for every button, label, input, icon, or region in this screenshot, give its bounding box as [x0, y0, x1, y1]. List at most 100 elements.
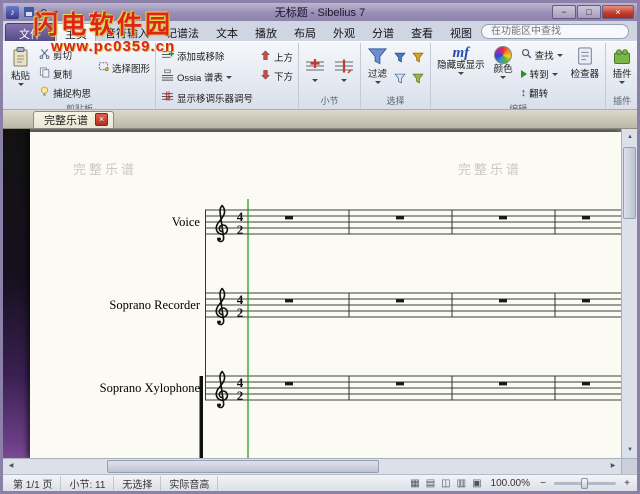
filter-icon: [367, 46, 388, 69]
horizontal-scrollbar-thumb[interactable]: [107, 460, 379, 473]
staff-soprano-xylophone[interactable]: 4 2 Soprano Xylophone: [100, 370, 621, 458]
close-button[interactable]: ×: [602, 5, 634, 19]
filter-gold-icon[interactable]: [412, 50, 427, 68]
key-signature-icon: [161, 90, 174, 106]
score-viewport: 完整乐谱 完整乐谱 4 2 Voice 4 2 Soprano Recorder…: [3, 129, 637, 458]
scroll-left-icon[interactable]: ◀: [3, 459, 19, 474]
ribbon-group-bars: 小节: [299, 43, 362, 109]
paste-dropdown-icon: [17, 82, 24, 86]
transposing-key-button[interactable]: 显示移调乐器调号: [159, 89, 255, 107]
zoom-out-button[interactable]: −: [537, 478, 549, 489]
score-canvas[interactable]: 完整乐谱 完整乐谱 4 2 Voice 4 2 Soprano Recorder…: [3, 129, 621, 458]
move-below-button[interactable]: 下方: [258, 68, 295, 84]
ribbon-group-clipboard: 粘贴 剪切 复制 捕捉构思 选择图形 剪贴板: [4, 43, 157, 110]
tab-layout[interactable]: 布局: [286, 23, 324, 41]
add-remove-label: 添加或移除: [177, 52, 225, 63]
whole-rest[interactable]: [582, 216, 590, 220]
scroll-up-icon[interactable]: ▲: [622, 129, 637, 145]
hide-show-button[interactable]: mf 隐藏或显示: [434, 44, 488, 76]
staff-soprano-recorder[interactable]: 4 2 Soprano Recorder: [109, 287, 621, 326]
view-mode-panorama-icon[interactable]: ▥: [455, 478, 468, 489]
scroll-down-icon[interactable]: ▼: [622, 442, 637, 458]
lightbulb-icon: [39, 86, 50, 100]
filter-dropdown-icon: [374, 80, 381, 84]
document-tab-full-score[interactable]: 完整乐谱 ×: [33, 111, 114, 128]
tab-play[interactable]: 播放: [247, 23, 285, 41]
ribbon-tab-strip: 文件 主页 音符输入 记谱法 文本 播放 布局 外观 分谱 查看 视图: [3, 21, 637, 41]
flip-icon: ↕: [520, 86, 527, 99]
color-button[interactable]: 颜色: [491, 44, 516, 80]
ribbon-group-plugins: 插件 插件: [606, 43, 637, 109]
filter-button[interactable]: 过滤: [364, 44, 391, 85]
tab-note-input[interactable]: 音符输入: [97, 23, 157, 41]
view-mode-pages-icon[interactable]: ▦: [408, 478, 421, 489]
split-bar-button[interactable]: [331, 54, 357, 84]
minimize-button[interactable]: −: [552, 5, 576, 19]
vertical-scrollbar-thumb[interactable]: [623, 147, 636, 219]
tab-close-button[interactable]: ×: [95, 113, 108, 126]
copy-button[interactable]: 复制: [37, 66, 93, 82]
scroll-right-icon[interactable]: ▶: [605, 459, 621, 474]
whole-rest[interactable]: [499, 216, 507, 220]
filter-blue-icon[interactable]: [394, 50, 409, 68]
whole-rest[interactable]: [396, 382, 404, 386]
tab-appearance[interactable]: 外观: [325, 23, 363, 41]
cut-button[interactable]: 剪切: [37, 47, 93, 63]
tab-notations[interactable]: 记谱法: [158, 23, 207, 41]
color-label: 颜色: [493, 64, 513, 75]
zoom-in-button[interactable]: +: [621, 478, 633, 489]
search-icon: [521, 48, 532, 62]
tab-text[interactable]: 文本: [208, 23, 246, 41]
hide-show-dropdown-icon: [457, 71, 464, 75]
staff-voice[interactable]: 4 2 Voice: [172, 204, 621, 243]
plugin-button[interactable]: 插件: [609, 44, 635, 85]
whole-rest[interactable]: [582, 299, 590, 303]
horizontal-scrollbar-track[interactable]: [19, 459, 605, 474]
whole-rest[interactable]: [285, 299, 293, 303]
move-above-button[interactable]: 上方: [258, 49, 295, 65]
group-label-clipboard: 剪贴板: [66, 104, 94, 110]
view-mode-spread-icon[interactable]: ◫: [439, 478, 452, 489]
whole-rest[interactable]: [396, 216, 404, 220]
view-mode-focus-icon[interactable]: ▣: [470, 478, 483, 489]
whole-rest[interactable]: [499, 382, 507, 386]
inspector-button[interactable]: 检查器: [568, 44, 603, 81]
cut-label: 剪切: [53, 51, 73, 62]
capture-idea-button[interactable]: 捕捉构思: [37, 85, 93, 101]
paste-button[interactable]: 粘贴: [7, 44, 34, 87]
filter-mixed-icon[interactable]: [412, 71, 427, 89]
instrument-name: Soprano Recorder: [109, 298, 200, 312]
whole-rest[interactable]: [285, 382, 293, 386]
add-bar-button[interactable]: [302, 54, 328, 84]
goto-button[interactable]: 转到: [519, 66, 565, 82]
whole-rest[interactable]: [396, 299, 404, 303]
vertical-scrollbar[interactable]: ▲ ▼: [621, 129, 637, 458]
horizontal-scrollbar[interactable]: ◀ ▶: [3, 458, 637, 474]
ribbon-search-input[interactable]: [481, 24, 629, 39]
find-button[interactable]: 查找: [519, 47, 565, 63]
tab-file[interactable]: 文件: [5, 23, 55, 41]
time-signature-bottom: 2: [237, 388, 244, 403]
whole-rest[interactable]: [285, 216, 293, 220]
select-graphic-button[interactable]: 选择图形: [96, 60, 152, 76]
tab-home[interactable]: 主页: [56, 23, 96, 41]
paste-icon: [10, 46, 31, 71]
group-label-edit: 编辑: [509, 104, 528, 110]
status-concert-pitch[interactable]: 实际音高: [161, 475, 219, 491]
whole-rest[interactable]: [582, 382, 590, 386]
zoom-slider[interactable]: [554, 477, 616, 489]
tab-review[interactable]: 查看: [403, 23, 441, 41]
ribbon-group-selection: 过滤 选择: [361, 43, 432, 109]
tab-view[interactable]: 视图: [442, 23, 480, 41]
ossia-staff-button[interactable]: Ossia 谱表: [159, 68, 255, 86]
add-remove-instruments-button[interactable]: 添加或移除: [159, 47, 255, 65]
view-mode-single-icon[interactable]: ▤: [424, 478, 437, 489]
ossia-dropdown-icon: [225, 75, 232, 79]
staff-bracket: [199, 376, 203, 458]
whole-rest[interactable]: [499, 299, 507, 303]
flip-button[interactable]: ↕ 翻转: [519, 85, 565, 101]
zoom-slider-thumb[interactable]: [581, 477, 588, 489]
tab-parts[interactable]: 分谱: [364, 23, 402, 41]
maximize-button[interactable]: □: [577, 5, 601, 19]
filter-outline-icon[interactable]: [394, 71, 409, 89]
